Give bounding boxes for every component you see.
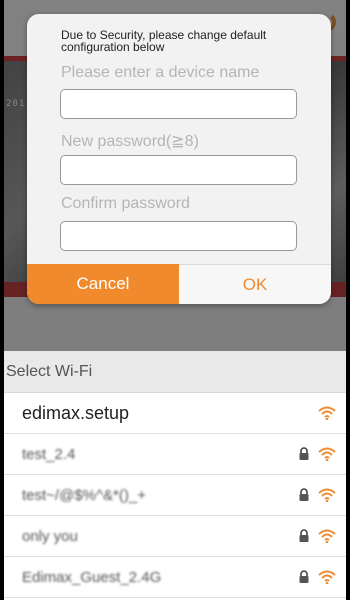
lock-icon	[298, 488, 310, 502]
dialog-button-bar: Cancel OK	[27, 264, 331, 304]
wifi-icon	[318, 447, 336, 461]
confirm-password-input[interactable]	[60, 221, 297, 251]
select-wifi-header: Select Wi-Fi	[4, 351, 346, 393]
new-password-input[interactable]	[60, 155, 297, 185]
confirm-password-label: Confirm password	[61, 195, 190, 212]
wifi-ssid: test~/@$%^&*()_+	[22, 486, 146, 504]
device-name-label: Please enter a device name	[61, 64, 260, 81]
security-config-dialog: Due to Security, please change default c…	[27, 14, 331, 304]
wifi-icon	[318, 488, 336, 502]
wifi-row-edimax-setup[interactable]: edimax.setup	[4, 393, 346, 434]
right-border	[346, 0, 350, 600]
device-name-input[interactable]	[60, 89, 297, 119]
ok-button[interactable]: OK	[179, 264, 331, 304]
lock-icon	[298, 570, 310, 584]
wifi-row-test-special[interactable]: test~/@$%^&*()_+	[4, 475, 346, 516]
wifi-ssid: test_2.4	[22, 445, 76, 463]
wifi-row-edimax-guest[interactable]: Edimax_Guest_2.4G	[4, 557, 346, 598]
new-password-label: New password(≧8)	[61, 133, 199, 150]
wifi-row-only-you[interactable]: only you	[4, 516, 346, 557]
wifi-icon	[318, 529, 336, 543]
app-screen: 201 Select Wi-Fi edimax.setup test_2.4	[0, 0, 350, 600]
lock-icon	[298, 447, 310, 461]
wifi-ssid: edimax.setup	[22, 402, 130, 423]
wifi-list: edimax.setup test_2.4 test~/@$%^&*()_+ o…	[4, 393, 346, 600]
lock-icon	[298, 529, 310, 543]
wifi-icon	[318, 570, 336, 584]
cancel-button[interactable]: Cancel	[27, 264, 179, 304]
wifi-icon	[318, 406, 336, 420]
wifi-ssid: Edimax_Guest_2.4G	[22, 568, 162, 586]
wifi-ssid: only you	[22, 527, 78, 545]
dialog-message: Due to Security, please change default c…	[61, 28, 267, 54]
wifi-row-test-2-4[interactable]: test_2.4	[4, 434, 346, 475]
